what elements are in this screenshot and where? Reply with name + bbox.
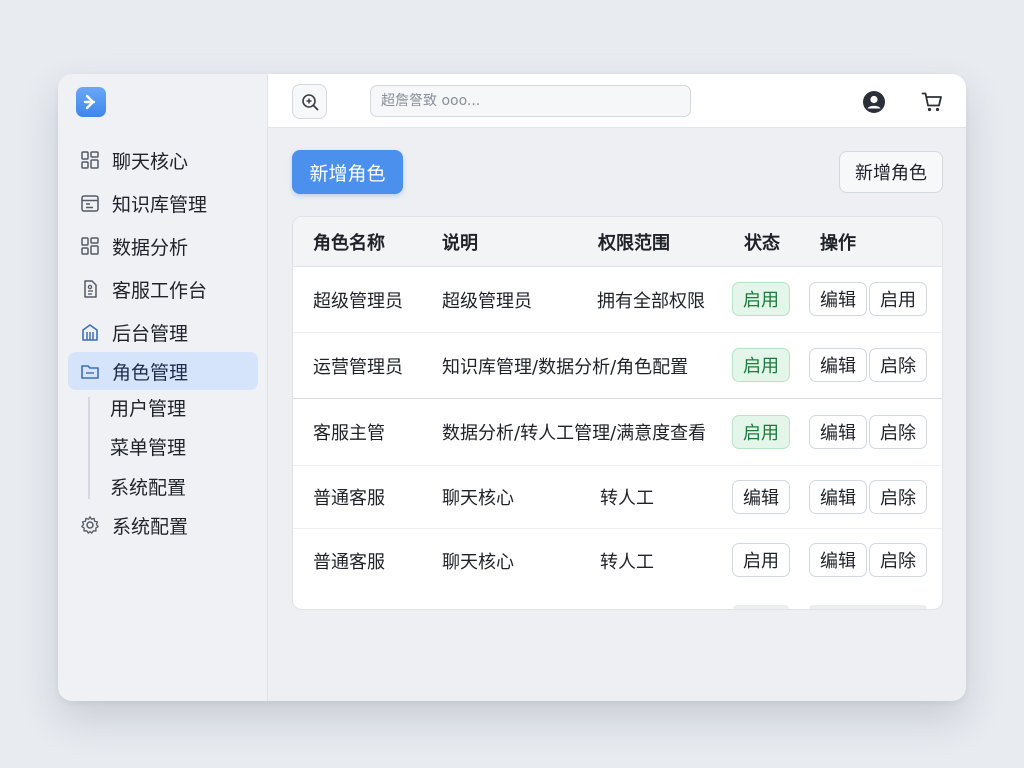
remove-button[interactable]: 启除 [869, 415, 927, 449]
calendar-icon [79, 192, 101, 214]
sidebar-item-service-desk[interactable]: 客服工作台 [68, 270, 258, 308]
folder-icon [79, 360, 101, 382]
table-row: 普通客服 聊天核心 转人工 编辑 编辑 启除 [293, 466, 942, 529]
edit-button[interactable]: 编辑 [809, 480, 867, 514]
role-description: 数据分析/转人工管理/满意度查看 [442, 423, 707, 444]
status-badge[interactable]: 编辑 [732, 480, 790, 514]
table-row: 运营管理员 知识库管理/数据分析/角色配置 启用 编辑 启除 [293, 333, 942, 399]
column-header-description: 说明 [442, 233, 478, 254]
building-icon [79, 321, 101, 343]
app-logo[interactable] [76, 87, 106, 117]
role-description: 聊天核心 [442, 552, 514, 573]
roles-table: 角色名称 说明 权限范围 状态 操作 超级管理员 超级管理员 拥有全部权限 启用… [292, 216, 943, 610]
table-row: 客服主管 数据分析/转人工管理/满意度查看 启用 编辑 启除 [293, 399, 942, 466]
remove-button[interactable]: 启除 [869, 480, 927, 514]
submenu-guide-line [88, 397, 90, 499]
partial-row-placeholder [809, 605, 927, 609]
remove-button[interactable]: 启除 [869, 543, 927, 577]
sidebar-item-data-analysis[interactable]: 数据分析 [68, 227, 258, 265]
user-account-button[interactable] [861, 89, 887, 115]
sidebar-item-label: 数据分析 [112, 236, 189, 259]
app-window: 聊天核心 知识库管理 数据分析 客服工作台 后台管理 角色管理 用户管理 菜单管… [58, 74, 966, 701]
role-name: 运营管理员 [313, 356, 403, 378]
search-input[interactable] [370, 85, 691, 117]
gear-icon [79, 514, 101, 536]
add-role-secondary-label: 新增角色 [855, 163, 927, 184]
sidebar-item-admin[interactable]: 后台管理 [68, 313, 258, 351]
sidebar-item-label: 系统配置 [112, 515, 189, 538]
cart-icon [921, 92, 942, 112]
edit-button[interactable]: 编辑 [809, 348, 867, 382]
sidebar-item-label: 聊天核心 [112, 150, 189, 173]
sidebar-subitem-system-config[interactable]: 系统配置 [100, 471, 186, 501]
sidebar-item-settings[interactable]: 系统配置 [68, 506, 258, 544]
role-description: 超级管理员 [442, 290, 532, 312]
sidebar-item-knowledge-base[interactable]: 知识库管理 [68, 184, 258, 222]
role-scope: 拥有全部权限 [597, 290, 705, 312]
sidebar-item-label: 角色管理 [112, 361, 189, 384]
zoom-in-icon [301, 93, 318, 110]
main-content: 新增角色 新增角色 角色名称 说明 权限范围 状态 操作 超级管理员 超级管理员… [268, 74, 966, 701]
status-badge[interactable]: 启用 [732, 543, 790, 577]
column-header-permission-scope: 权限范围 [598, 233, 670, 254]
sidebar-subitem-label: 用户管理 [110, 397, 187, 420]
table-row: 超级管理员 超级管理员 拥有全部权限 启用 编辑 启用 [293, 267, 942, 333]
add-role-button[interactable]: 新增角色 [292, 150, 403, 194]
cart-button[interactable] [919, 89, 945, 115]
sidebar-subitem-label: 系统配置 [110, 476, 187, 499]
sidebar-subitem-label: 菜单管理 [110, 436, 187, 459]
sidebar-subitem-menus[interactable]: 菜单管理 [100, 431, 186, 461]
zoom-button[interactable] [292, 84, 327, 119]
role-scope: 转人工 [600, 488, 654, 509]
table-row: 普通客服 聊天核心 转人工 启用 编辑 启除 [293, 529, 942, 593]
column-header-status: 状态 [744, 233, 780, 254]
status-badge[interactable]: 启用 [732, 415, 790, 449]
sidebar: 聊天核心 知识库管理 数据分析 客服工作台 后台管理 角色管理 用户管理 菜单管… [58, 74, 268, 701]
role-name: 普通客服 [313, 488, 385, 509]
sidebar-item-label: 后台管理 [112, 322, 189, 345]
logo-icon [83, 94, 96, 110]
sidebar-subitem-users[interactable]: 用户管理 [100, 392, 186, 422]
role-scope: 转人工 [600, 552, 654, 573]
edit-button[interactable]: 编辑 [809, 415, 867, 449]
grid-icon [79, 149, 101, 171]
role-description: 聊天核心 [442, 488, 514, 509]
edit-button[interactable]: 编辑 [809, 543, 867, 577]
user-icon [863, 91, 885, 113]
enable-button[interactable]: 启用 [869, 282, 927, 316]
partial-row-placeholder [733, 605, 789, 609]
document-icon [79, 278, 101, 300]
edit-button[interactable]: 编辑 [809, 282, 867, 316]
column-header-role-name: 角色名称 [313, 233, 385, 254]
sidebar-item-label: 客服工作台 [112, 279, 208, 302]
sidebar-item-label: 知识库管理 [112, 193, 208, 216]
sidebar-item-role-management[interactable]: 角色管理 [68, 352, 258, 390]
grid-icon [79, 235, 101, 257]
role-name: 客服主管 [313, 423, 385, 444]
topbar [268, 74, 966, 128]
status-badge[interactable]: 启用 [732, 282, 790, 316]
status-badge[interactable]: 启用 [732, 348, 790, 382]
sidebar-item-chat-core[interactable]: 聊天核心 [68, 141, 258, 179]
remove-button[interactable]: 启除 [869, 348, 927, 382]
role-description: 知识库管理/数据分析/角色配置 [442, 356, 689, 378]
role-name: 普通客服 [313, 552, 385, 573]
add-role-button-label: 新增角色 [309, 162, 386, 185]
column-header-actions: 操作 [820, 233, 856, 254]
table-header: 角色名称 说明 权限范围 状态 操作 [293, 217, 942, 267]
add-role-secondary-button[interactable]: 新增角色 [839, 151, 943, 193]
role-name: 超级管理员 [313, 290, 403, 312]
